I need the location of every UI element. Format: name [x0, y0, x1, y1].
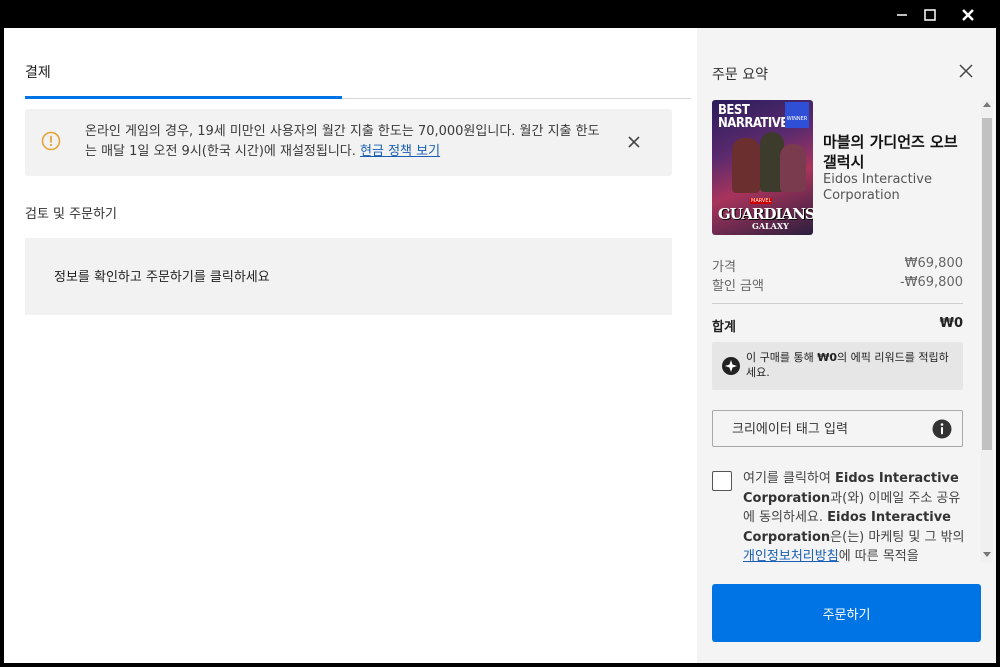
email-consent-checkbox[interactable] [712, 471, 732, 491]
place-order-button[interactable]: 주문하기 [712, 584, 981, 642]
award-badge: WINNER [785, 102, 809, 128]
info-icon[interactable] [932, 419, 952, 439]
tab-checkout[interactable]: 결제 [25, 62, 51, 82]
cover-logo-sub: GALAXY [752, 221, 789, 231]
discount-value: -₩69,800 [899, 275, 963, 290]
summary-scrollbar[interactable] [981, 100, 993, 562]
close-window-button[interactable] [950, 0, 986, 30]
cover-badge: BEST NARRATIVE [718, 103, 788, 131]
maximize-icon [924, 9, 936, 21]
game-cover-image: BEST NARRATIVE WINNER MARVEL GUARDIANS GA… [712, 100, 813, 235]
epic-rewards-icon [722, 357, 740, 375]
privacy-policy-link[interactable]: 개인정보처리방침 [743, 549, 839, 562]
price-value: ₩69,800 [904, 256, 963, 271]
rewards-banner: 이 구매를 통해 ₩0의 에픽 리워드를 적립하세요. [712, 342, 963, 390]
spending-limit-notice: 온라인 게임의 경우, 19세 미만인 사용자의 월간 지출 한도는 70,00… [25, 109, 672, 176]
order-footer: 주문하기 [697, 562, 996, 663]
tab-active-indicator [25, 96, 342, 99]
scroll-thumb[interactable] [982, 118, 992, 450]
review-section-title: 검토 및 주문하기 [25, 207, 117, 222]
scroll-down-arrow-icon[interactable] [983, 552, 991, 557]
price-row: 가격 ₩69,800 [712, 256, 963, 275]
notice-body: 온라인 게임의 경우, 19세 미만인 사용자의 월간 지출 한도는 70,00… [85, 124, 600, 159]
order-summary-pane: 주문 요약 BEST NARRATIVE WINNER MARVEL GUARDI… [697, 28, 996, 663]
summary-close-icon[interactable] [956, 61, 976, 81]
email-consent-text: 여기를 클릭하여 Eidos Interactive Corporation과(… [743, 471, 965, 562]
publisher-name: Eidos Interactive Corporation [823, 172, 932, 203]
cover-figure [732, 138, 760, 193]
discount-row: 할인 금액 -₩69,800 [712, 275, 963, 294]
creator-tag-input[interactable] [713, 411, 944, 448]
notice-text: 온라인 게임의 경우, 19세 미만인 사용자의 월간 지출 한도는 70,00… [85, 122, 605, 162]
review-instruction: 정보를 확인하고 주문하기를 클릭하세요 [54, 270, 270, 285]
cash-policy-link[interactable]: 현금 정책 보기 [360, 144, 440, 159]
checkout-pane: 결제 온라인 게임의 경우, 19세 미만인 사용자의 월간 지출 한도는 70… [4, 28, 697, 663]
price-label: 가격 [712, 260, 736, 275]
client-area: 결제 온라인 게임의 경우, 19세 미만인 사용자의 월간 지출 한도는 70… [4, 28, 996, 663]
rewards-amount: ₩0 [817, 351, 838, 364]
summary-scroll-area[interactable]: BEST NARRATIVE WINNER MARVEL GUARDIANS GA… [697, 100, 981, 562]
close-icon [962, 9, 974, 21]
review-box: 정보를 확인하고 주문하기를 클릭하세요 [25, 238, 672, 315]
rewards-text: 이 구매를 통해 ₩0의 에픽 리워드를 적립하세요. [746, 351, 949, 379]
discount-label: 할인 금액 [712, 279, 764, 294]
game-title: 마블의 가디언즈 오브 갤럭시 [823, 133, 958, 171]
total-value: ₩0 [939, 316, 963, 331]
total-label: 합계 [712, 320, 736, 335]
app-window: 결제 온라인 게임의 경우, 19세 미만인 사용자의 월간 지출 한도는 70… [0, 0, 1000, 667]
total-row: 합계 ₩0 [712, 316, 963, 335]
order-summary-title: 주문 요약 [712, 67, 768, 83]
maximize-button[interactable] [912, 0, 948, 30]
cover-figure [780, 144, 806, 192]
notice-close-icon[interactable] [623, 131, 645, 153]
summary-divider [712, 303, 963, 304]
scroll-up-arrow-icon[interactable] [983, 102, 991, 107]
title-bar [0, 0, 1000, 30]
warning-icon [41, 131, 61, 151]
minimize-icon [897, 14, 907, 16]
creator-tag-field [712, 410, 963, 448]
cover-brand: MARVEL [750, 198, 773, 204]
